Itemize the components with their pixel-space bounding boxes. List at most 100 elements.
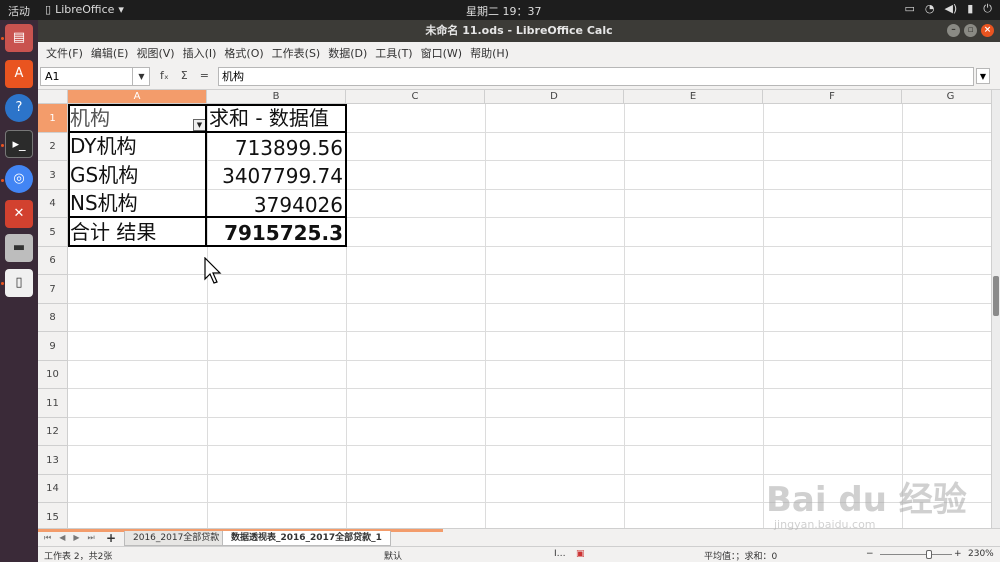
column-header-a[interactable]: A (68, 90, 207, 104)
window-titlebar[interactable]: 未命名 11.ods - LibreOffice Calc – ▫ × (38, 20, 1000, 42)
column-header-d[interactable]: D (485, 90, 624, 104)
menu-sheet[interactable]: 工作表(S) (268, 42, 325, 62)
menu-tools[interactable]: 工具(T) (371, 42, 416, 62)
vertical-scrollbar-thumb[interactable] (993, 276, 999, 316)
help-icon[interactable]: ? (5, 94, 33, 122)
maximize-icon[interactable]: ▫ (964, 24, 977, 37)
formula-input[interactable]: 机构 (218, 67, 974, 86)
zoom-out-button[interactable]: − (866, 549, 874, 559)
pivot-total-value[interactable]: 7915725.3 (209, 218, 345, 246)
minimize-icon[interactable]: – (947, 24, 960, 37)
sheet-info: 工作表 2，共2张 (44, 552, 113, 562)
add-sheet-icon[interactable]: + (106, 531, 116, 545)
row-header-12[interactable]: 12 (38, 418, 68, 446)
menu-help[interactable]: 帮助(H) (466, 42, 513, 62)
sum-icon[interactable]: Σ (181, 69, 188, 82)
menu-view[interactable]: 视图(V) (132, 42, 178, 62)
pivot-row-label[interactable]: DY机构 (70, 133, 205, 160)
drive-icon[interactable]: ▬ (5, 234, 33, 262)
row-header-8[interactable]: 8 (38, 304, 68, 332)
software-center-icon[interactable]: A (5, 60, 33, 88)
calc-document-icon[interactable]: ▯ (5, 269, 33, 297)
select-all-corner[interactable] (38, 90, 68, 104)
column-header-g[interactable]: G (902, 90, 1000, 104)
pivot-header-label[interactable]: 机构 (70, 105, 200, 132)
activities-button[interactable]: 活动 (8, 3, 30, 19)
row-header-2[interactable]: 2 (38, 133, 68, 161)
name-box-dropdown-icon[interactable]: ▼ (132, 67, 150, 86)
formula-icon[interactable]: = (200, 69, 209, 82)
grid-line (485, 104, 486, 528)
clock[interactable]: 星期二 19：37 (466, 3, 542, 19)
row-header-11[interactable]: 11 (38, 389, 68, 418)
zoom-level[interactable]: 230% (968, 549, 994, 559)
app-menu[interactable]: ▯ LibreOffice ▾ (45, 3, 124, 16)
grid-line (68, 502, 1000, 503)
row-header-4[interactable]: 4 (38, 190, 68, 218)
row-header-3[interactable]: 3 (38, 161, 68, 190)
system-tray: ▭ ◔ ◀) ▮ ⏻ (904, 2, 992, 16)
pivot-row-value[interactable]: 713899.56 (209, 133, 345, 160)
grid-line (902, 104, 903, 528)
pivot-row-label[interactable]: NS机构 (70, 190, 205, 217)
row-header-9[interactable]: 9 (38, 332, 68, 361)
terminal-icon[interactable]: ▸_ (5, 130, 33, 158)
menu-insert[interactable]: 插入(I) (179, 42, 221, 62)
row-header-6[interactable]: 6 (38, 247, 68, 275)
pivot-total-label[interactable]: 合计 结果 (70, 218, 205, 246)
close-icon[interactable]: × (981, 24, 994, 37)
column-header-f[interactable]: F (763, 90, 902, 104)
files-icon[interactable]: ▤ (5, 24, 33, 52)
row-header-7[interactable]: 7 (38, 275, 68, 304)
menu-edit[interactable]: 编辑(E) (87, 42, 133, 62)
row-header-15[interactable]: 15 (38, 503, 68, 528)
zoom-slider[interactable] (880, 554, 952, 555)
row-header-13[interactable]: 13 (38, 446, 68, 475)
row-header-1[interactable]: 1 (38, 104, 68, 133)
zoom-in-button[interactable]: + (954, 549, 962, 559)
power-icon[interactable]: ⏻ (983, 2, 992, 16)
row-header-5[interactable]: 5 (38, 218, 68, 247)
menubar: 文件(F) 编辑(E) 视图(V) 插入(I) 格式(O) 工作表(S) 数据(… (38, 42, 1000, 62)
window-controls: – ▫ × (947, 24, 994, 37)
page-style[interactable]: 默认 (384, 549, 402, 562)
row-header-14[interactable]: 14 (38, 475, 68, 503)
chromium-icon[interactable]: ◎ (5, 165, 33, 193)
column-header-e[interactable]: E (624, 90, 763, 104)
sheet-tab-active[interactable]: 数据透视表_2016_2017全部贷款_1 (222, 531, 391, 546)
menu-file[interactable]: 文件(F) (42, 42, 87, 62)
next-sheet-icon[interactable]: ▶ (73, 533, 79, 543)
pivot-row-value[interactable]: 3794026 (209, 190, 345, 217)
keyboard-icon[interactable]: ▭ (904, 2, 914, 16)
wifi-icon[interactable]: ◔ (925, 2, 935, 16)
selection-summary[interactable]: 平均值：；求和：0 (704, 549, 777, 562)
pivot-header-value[interactable]: 求和 - 数据值 (209, 105, 346, 132)
previous-sheet-icon[interactable]: ◀ (59, 533, 65, 543)
grid-line (68, 445, 1000, 446)
sheet-tab-bar: ⏮ ◀ ▶ ⏭ + 2016_2017全部贷款 数据透视表_2016_2017全… (38, 528, 1000, 546)
row-header-10[interactable]: 10 (38, 361, 68, 389)
menu-format[interactable]: 格式(O) (220, 42, 267, 62)
sheet-tab[interactable]: 2016_2017全部贷款 (124, 531, 229, 546)
function-wizard-icon[interactable]: fₓ (160, 69, 169, 82)
document-modified-icon[interactable]: ▣ (576, 549, 585, 559)
settings-icon[interactable]: ✕ (5, 200, 33, 228)
grid-line (68, 474, 1000, 475)
pivot-row-value[interactable]: 3407799.74 (209, 161, 345, 189)
battery-icon[interactable]: ▮ (967, 2, 973, 16)
pivot-row-label[interactable]: GS机构 (70, 161, 205, 189)
volume-icon[interactable]: ◀) (944, 2, 957, 16)
zoom-slider-handle[interactable] (926, 550, 932, 559)
first-sheet-icon[interactable]: ⏮ (44, 533, 51, 543)
insert-mode-icon[interactable]: I… (554, 549, 566, 559)
last-sheet-icon[interactable]: ⏭ (88, 533, 95, 543)
column-header-c[interactable]: C (346, 90, 485, 104)
pivot-header-divider (68, 131, 347, 133)
expand-formula-icon[interactable]: ▼ (976, 68, 990, 84)
spreadsheet-grid[interactable]: A B C D E F G 1 2 3 4 5 6 7 8 9 10 11 12… (38, 90, 1000, 528)
grid-line (763, 104, 764, 528)
vertical-scrollbar[interactable] (991, 90, 1000, 528)
menu-data[interactable]: 数据(D) (324, 42, 371, 62)
column-header-b[interactable]: B (207, 90, 346, 104)
menu-window[interactable]: 窗口(W) (417, 42, 466, 62)
